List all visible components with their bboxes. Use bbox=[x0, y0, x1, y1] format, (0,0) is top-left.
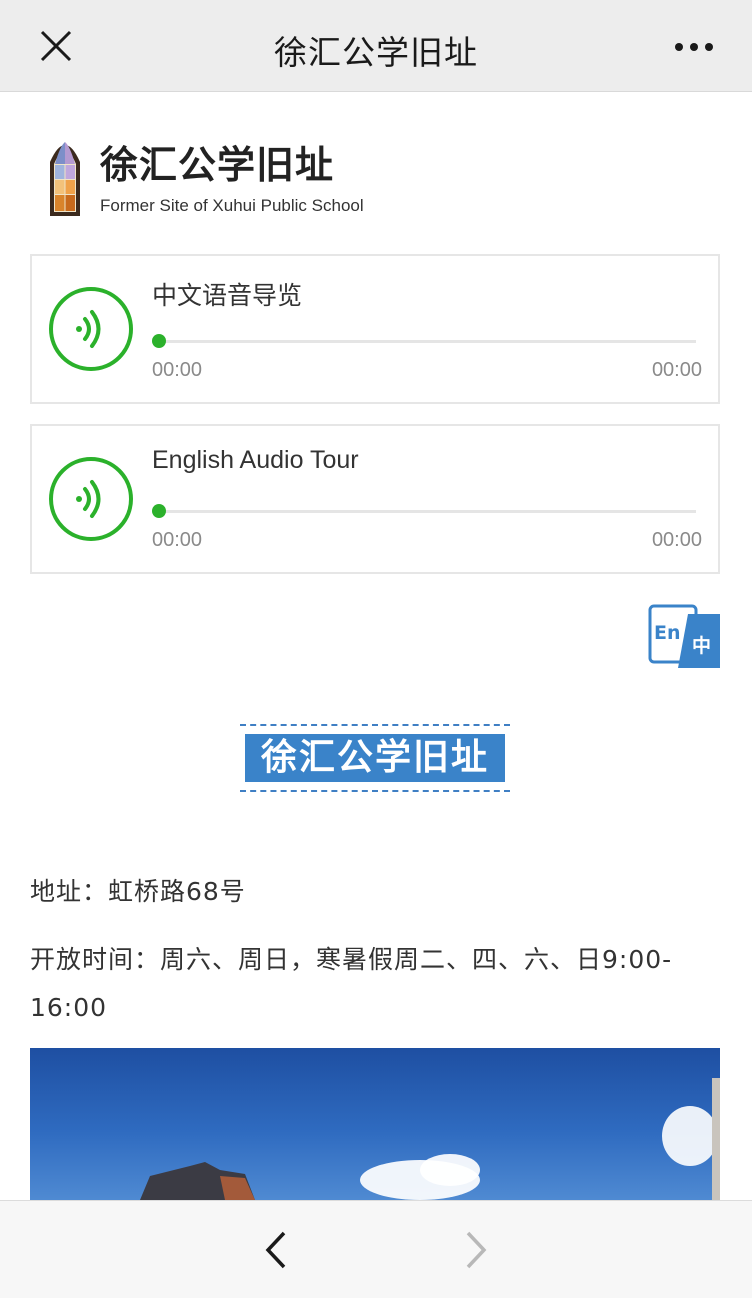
audio-progress-track[interactable] bbox=[156, 340, 696, 343]
audio-title: 中文语音导览 bbox=[152, 282, 303, 310]
site-name-english: Former Site of Xuhui Public School bbox=[100, 196, 364, 215]
opening-hours-line1: 开放时间：周六、周日，寒暑假周二、四、六、日9:00- bbox=[30, 945, 673, 974]
site-header: 徐汇公学旧址 Former Site of Xuhui Public Schoo… bbox=[48, 128, 728, 220]
audio-player-chinese: 中文语音导览 00:00 00:00 bbox=[30, 254, 720, 404]
language-toggle-zh: 中 bbox=[692, 634, 711, 657]
opening-hours: 开放时间：周六、周日，寒暑假周二、四、六、日9:00- 16:00 bbox=[30, 936, 730, 1032]
site-name: 徐汇公学旧址 bbox=[100, 143, 335, 187]
audio-time-current: 00:00 bbox=[152, 529, 203, 551]
audio-progress-knob[interactable] bbox=[152, 334, 166, 348]
opening-hours-line2: 16:00 bbox=[30, 993, 108, 1022]
language-toggle-icon[interactable]: En 中 bbox=[648, 604, 722, 672]
building-photo-scene bbox=[140, 1078, 720, 1200]
page-title: 徐汇公学旧址 bbox=[274, 33, 478, 72]
back-arrow-icon[interactable] bbox=[258, 1229, 294, 1271]
audio-play-icon[interactable] bbox=[48, 456, 134, 542]
forward-arrow-icon[interactable] bbox=[458, 1229, 494, 1271]
section-title-frame: 徐汇公学旧址 bbox=[240, 724, 510, 792]
audio-time-total: 00:00 bbox=[651, 359, 702, 381]
audio-progress-track[interactable] bbox=[156, 510, 696, 513]
language-toggle-en: En bbox=[654, 622, 681, 644]
bottom-navigation-bar bbox=[0, 1200, 752, 1298]
audio-time-total: 00:00 bbox=[651, 529, 702, 551]
audio-play-icon[interactable] bbox=[48, 286, 134, 372]
top-navigation-bar: 徐汇公学旧址 bbox=[0, 0, 752, 92]
address-text: 地址：虹桥路68号 bbox=[30, 877, 246, 906]
audio-title: English Audio Tour bbox=[152, 446, 359, 474]
more-dots-icon[interactable] bbox=[672, 30, 716, 64]
audio-progress-knob[interactable] bbox=[152, 504, 166, 518]
audio-player-english: English Audio Tour 00:00 00:00 bbox=[30, 424, 720, 574]
section-title: 徐汇公学旧址 bbox=[245, 734, 505, 782]
audio-time-current: 00:00 bbox=[152, 359, 203, 381]
church-window-logo bbox=[50, 142, 80, 216]
building-photo bbox=[30, 1048, 720, 1200]
